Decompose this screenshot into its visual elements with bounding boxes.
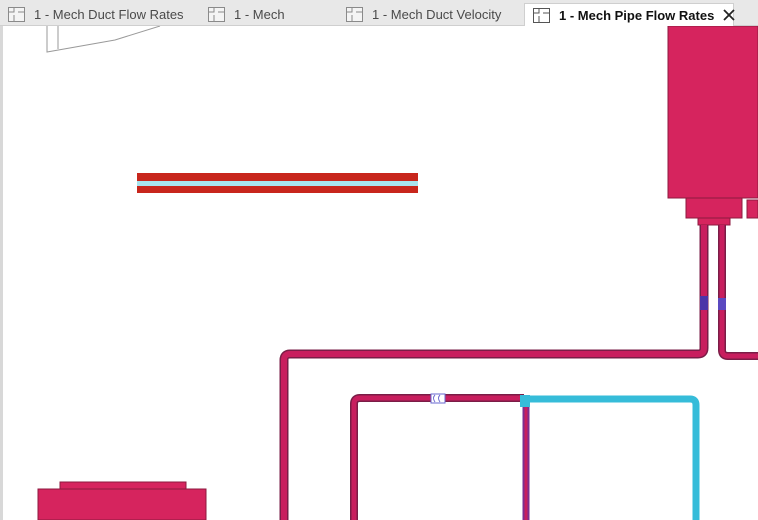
duct-segment[interactable] [137,173,418,193]
floor-plan-view-icon [533,7,550,23]
wall-linework [46,26,161,53]
tab-mech-pipe-flow-rates[interactable]: 1 - Mech Pipe Flow Rates [524,3,736,26]
tab-label: 1 - Mech Duct Velocity [372,7,502,22]
view-tab-bar: 1 - Mech Duct Flow Rates 1 - Mech 1 - Me… [0,0,758,26]
tab-mech-duct-flow-rates[interactable]: 1 - Mech Duct Flow Rates [0,3,200,26]
tab-mech[interactable]: 1 - Mech [200,3,338,26]
tab-label: 1 - Mech [234,7,285,22]
mechanical-equipment-unit-bottom[interactable] [37,481,207,520]
branch-pipe-loop[interactable] [350,394,530,520]
floor-plan-view-icon [8,7,25,22]
return-pipe-run[interactable] [718,225,758,360]
mechanical-equipment-unit[interactable] [667,26,758,226]
close-icon[interactable] [722,8,736,22]
tab-label: 1 - Mech Duct Flow Rates [34,7,184,22]
floor-plan-view-icon [208,7,225,22]
valve-icon[interactable] [700,296,726,310]
pipe-fitting-icon[interactable] [430,393,446,404]
cyan-pipe-loop[interactable] [520,395,700,520]
supply-pipe-run[interactable] [279,225,709,520]
drawing-canvas[interactable] [0,26,758,520]
tab-label: 1 - Mech Pipe Flow Rates [559,7,715,23]
tab-mech-duct-velocity[interactable]: 1 - Mech Duct Velocity [338,3,524,26]
floor-plan-view-icon [346,7,363,22]
